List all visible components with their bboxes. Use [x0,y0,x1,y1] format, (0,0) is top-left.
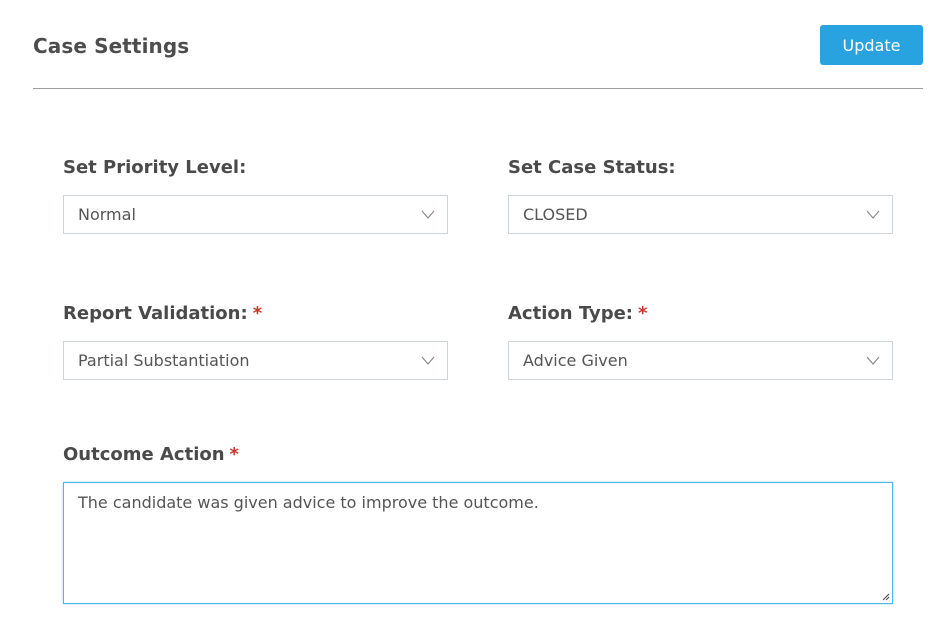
outcome-textarea[interactable]: The candidate was given advice to improv… [63,482,893,604]
outcome-label-text: Outcome Action [63,444,225,465]
priority-select[interactable]: Normal [63,195,448,234]
action-type-select-value: Advice Given [523,351,628,370]
resize-handle-icon[interactable] [880,591,890,601]
action-type-label-text: Action Type: [508,303,633,324]
validation-label: Report Validation: * [63,303,262,324]
priority-select-value: Normal [78,205,136,224]
outcome-label: Outcome Action * [63,444,239,465]
outcome-textarea-value: The candidate was given advice to improv… [78,493,539,512]
chevron-down-icon [421,356,435,365]
status-label: Set Case Status: [508,157,676,178]
priority-label: Set Priority Level: [63,157,246,178]
validation-select-value: Partial Substantiation [78,351,250,370]
update-button[interactable]: Update [820,25,923,65]
status-select-value: CLOSED [523,205,588,224]
chevron-down-icon [866,356,880,365]
chevron-down-icon [866,210,880,219]
status-label-text: Set Case Status: [508,157,676,178]
header: Case Settings Update [33,0,923,89]
status-select[interactable]: CLOSED [508,195,893,234]
chevron-down-icon [421,210,435,219]
required-marker: * [252,303,263,324]
validation-label-text: Report Validation: [63,303,248,324]
action-type-label: Action Type: * [508,303,647,324]
page-title: Case Settings [33,34,190,58]
priority-label-text: Set Priority Level: [63,157,247,178]
required-marker: * [229,444,239,465]
validation-select[interactable]: Partial Substantiation [63,341,448,380]
required-marker: * [638,303,648,324]
action-type-select[interactable]: Advice Given [508,341,893,380]
